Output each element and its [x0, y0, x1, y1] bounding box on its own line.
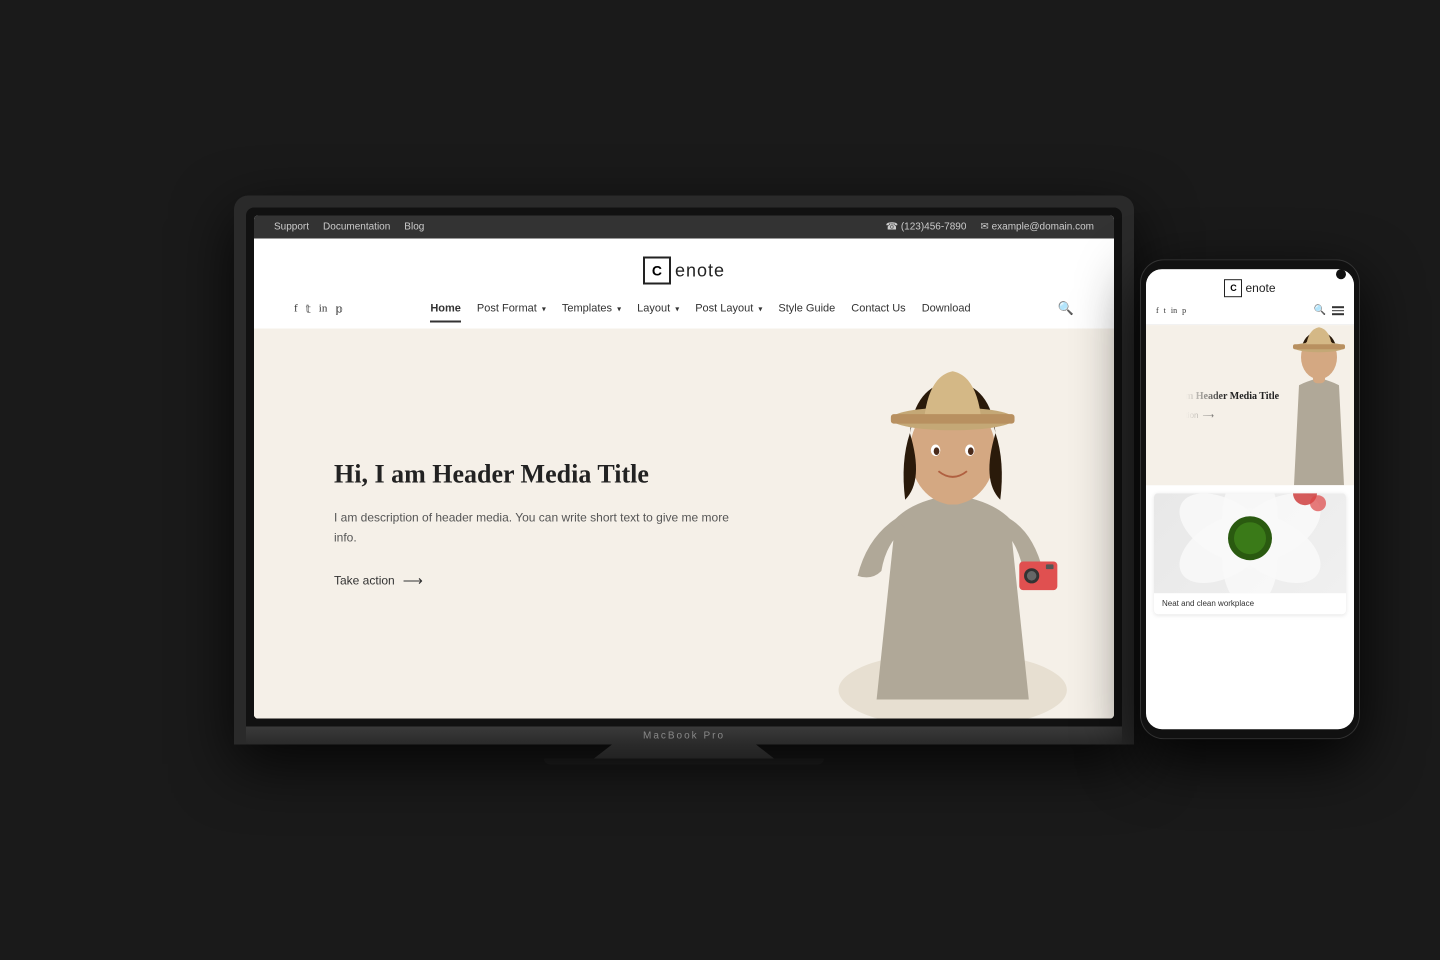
hero-cta-arrow-icon: ⟶	[403, 572, 423, 589]
topbar-docs-link[interactable]: Documentation	[323, 222, 390, 233]
phone-search-icon[interactable]: 🔍	[1314, 305, 1326, 316]
topbar-blog-link[interactable]: Blog	[404, 222, 424, 233]
hero-content: Hi, I am Header Media Title I am descrip…	[254, 458, 734, 590]
hero-title: Hi, I am Header Media Title	[334, 458, 734, 492]
hero-description: I am description of header media. You ca…	[334, 508, 734, 549]
laptop-mockup: Support Documentation Blog ☎ (123)456-78…	[234, 196, 1134, 765]
search-icon[interactable]: 🔍	[1058, 301, 1074, 317]
laptop-model-label: MacBook Pro	[643, 730, 725, 741]
phone-logo: C enote	[1156, 279, 1344, 297]
hero-cta-button[interactable]: Take action ⟶	[334, 572, 734, 589]
laptop-stand	[594, 745, 774, 759]
site-topbar: Support Documentation Blog ☎ (123)456-78…	[254, 216, 1114, 239]
site-nav-wrapper: f 𝕥 in 𝕡 Home Post Format ▾ Templates ▾ …	[284, 301, 1084, 317]
topbar-right: ☎ (123)456-7890 ✉ example@domain.com	[886, 222, 1094, 233]
site-hero: Hi, I am Header Media Title I am descrip…	[254, 329, 1114, 719]
phone-nav-row: f t in p 🔍	[1156, 305, 1344, 316]
hero-cta-label: Take action	[334, 574, 395, 588]
site-logo: C enote	[643, 257, 725, 285]
phone-body: C enote f t in p 🔍	[1140, 259, 1360, 739]
site-header: C enote f 𝕥 in 𝕡 Home Post	[254, 239, 1114, 329]
phone-pinterest-icon[interactable]: p	[1182, 306, 1186, 315]
topbar-left: Support Documentation Blog	[274, 222, 424, 233]
phone-twitter-icon[interactable]: t	[1164, 306, 1166, 315]
topbar-phone: ☎ (123)456-7890	[886, 222, 967, 233]
flower-illustration	[1160, 493, 1340, 593]
twitter-icon[interactable]: 𝕥	[306, 302, 311, 315]
phone-camera	[1336, 269, 1346, 279]
nav-home[interactable]: Home	[430, 303, 461, 315]
phone-screen: C enote f t in p 🔍	[1146, 269, 1354, 729]
logo-letter: C	[652, 263, 662, 279]
nav-post-format[interactable]: Post Format ▾	[477, 303, 546, 315]
phone-mockup: C enote f t in p 🔍	[1140, 259, 1360, 739]
phone-facebook-icon[interactable]: f	[1156, 306, 1159, 315]
topbar-email: ✉ example@domain.com	[980, 222, 1094, 233]
pinterest-icon[interactable]: 𝕡	[335, 302, 343, 315]
phone-card-image	[1154, 493, 1346, 593]
nav-post-layout[interactable]: Post Layout ▾	[695, 303, 762, 315]
logo-name: enote	[675, 260, 725, 281]
phone-hero-image	[1274, 325, 1354, 485]
hero-image	[694, 329, 1114, 719]
phone-card: Neat and clean workplace	[1154, 493, 1346, 614]
social-icons: f 𝕥 in 𝕡	[294, 302, 343, 315]
laptop-base: MacBook Pro	[246, 727, 1122, 745]
phone-card-label: Neat and clean workplace	[1154, 593, 1346, 614]
nav-contact-us[interactable]: Contact Us	[851, 303, 905, 315]
phone-person-illustration	[1269, 325, 1354, 485]
phone-icons-right: 🔍	[1314, 305, 1344, 316]
phone-social-icons: f t in p	[1156, 306, 1186, 315]
phone-linkedin-icon[interactable]: in	[1171, 306, 1177, 315]
linkedin-icon[interactable]: in	[319, 303, 328, 315]
nav-style-guide[interactable]: Style Guide	[778, 303, 835, 315]
phone-hero: Hi, I am Header Media Title Take action …	[1146, 325, 1354, 485]
main-nav: Home Post Format ▾ Templates ▾ Layout ▾ …	[430, 303, 970, 315]
phone-logo-box: C	[1224, 279, 1242, 297]
laptop-screen: Support Documentation Blog ☎ (123)456-78…	[254, 216, 1114, 719]
nav-download[interactable]: Download	[922, 303, 971, 315]
phone-menu-icon[interactable]	[1332, 306, 1344, 315]
topbar-support-link[interactable]: Support	[274, 222, 309, 233]
nav-templates[interactable]: Templates ▾	[562, 303, 621, 315]
phone-site-header: C enote f t in p 🔍	[1146, 269, 1354, 325]
phone-logo-name: enote	[1245, 281, 1275, 295]
logo-box: C	[643, 257, 671, 285]
hero-person-illustration	[791, 329, 1114, 719]
laptop-foot	[544, 759, 824, 765]
phone-logo-letter: C	[1230, 283, 1237, 293]
facebook-icon[interactable]: f	[294, 303, 298, 315]
nav-layout[interactable]: Layout ▾	[637, 303, 679, 315]
phone-hero-overlay	[1146, 325, 1226, 485]
